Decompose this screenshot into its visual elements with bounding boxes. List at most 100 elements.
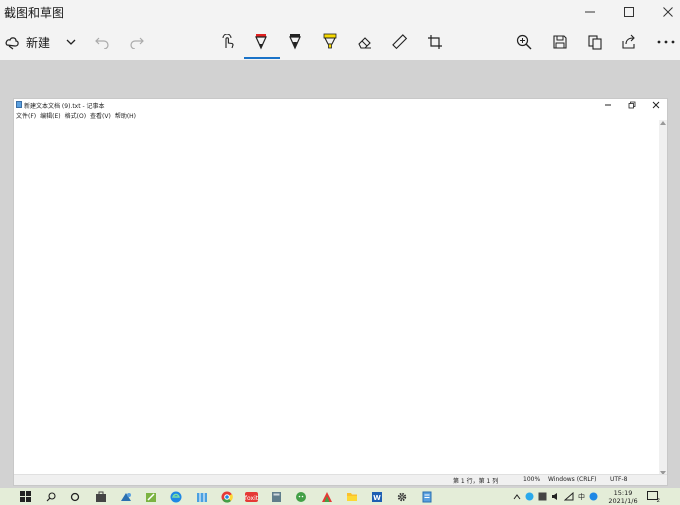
app-tray-icon[interactable] xyxy=(538,492,547,501)
notepad-close-button xyxy=(645,99,667,111)
volume-icon[interactable] xyxy=(551,492,560,501)
notepad-app-icon xyxy=(422,491,431,502)
taskbar-app-wechat[interactable] xyxy=(293,489,308,504)
copy-icon xyxy=(588,35,602,50)
taskbar-app-chrome[interactable] xyxy=(219,489,234,504)
system-tray: 中 xyxy=(513,490,602,503)
word-icon: W xyxy=(371,491,382,502)
clock-date: 2021/1/6 xyxy=(608,497,638,505)
new-dropdown-button[interactable] xyxy=(62,28,80,56)
minimize-button[interactable] xyxy=(573,0,607,24)
paint-app-icon xyxy=(145,492,156,502)
photos-icon xyxy=(196,492,207,502)
menu-file: 文件(F) xyxy=(16,113,37,120)
taskbar-app-explorer[interactable] xyxy=(344,489,359,504)
selected-tool-indicator xyxy=(244,57,280,59)
notepad-statusbar: 第 1 行，第 1 列 100% Windows (CRLF) UTF-8 xyxy=(14,474,667,485)
more-options-button[interactable] xyxy=(655,28,677,56)
eraser-icon xyxy=(358,37,371,49)
taskbar-app-notepad[interactable] xyxy=(419,489,434,504)
toolbar: 新建 xyxy=(0,24,680,60)
menu-format: 格式(O) xyxy=(64,113,87,120)
share-button[interactable] xyxy=(618,28,640,56)
save-button[interactable] xyxy=(549,28,571,56)
network-icon[interactable] xyxy=(564,492,574,501)
notepad-icon xyxy=(16,101,22,108)
chevron-down-icon xyxy=(66,39,76,45)
share-icon xyxy=(622,34,635,49)
taskbar-app-word[interactable]: W xyxy=(369,489,384,504)
taskbar-app-sketch[interactable] xyxy=(118,489,133,504)
save-icon xyxy=(553,35,567,49)
eraser-button[interactable] xyxy=(354,28,376,56)
foxit-icon: foxit xyxy=(245,491,258,502)
ruler-button[interactable] xyxy=(389,28,411,56)
folder-icon xyxy=(346,493,357,501)
highlighter-button[interactable] xyxy=(319,28,341,56)
status-zoom: 100% xyxy=(523,476,541,483)
maximize-icon xyxy=(624,7,634,17)
redo-icon xyxy=(130,37,144,49)
calculator-icon xyxy=(272,491,281,502)
menu-help: 帮助(H) xyxy=(114,113,137,120)
notepad-scrollbar xyxy=(659,120,667,476)
close-icon xyxy=(652,101,660,109)
input-method-indicator[interactable]: 中 xyxy=(578,492,585,502)
touch-writing-icon xyxy=(222,34,234,49)
taskbar-app-store[interactable] xyxy=(93,489,108,504)
taskbar-app-paint[interactable] xyxy=(143,489,158,504)
redo-button[interactable] xyxy=(127,28,147,56)
taskbar-app-photos[interactable] xyxy=(194,489,209,504)
new-snip-button[interactable]: 新建 xyxy=(4,28,58,56)
notepad-menubar: 文件(F) 编辑(E) 格式(O) 查看(V) 帮助(H) xyxy=(16,111,136,120)
zoom-button[interactable] xyxy=(513,28,535,56)
network-app-icon xyxy=(321,491,332,502)
ballpoint-pen-button[interactable] xyxy=(250,28,272,56)
bluetooth-icon[interactable] xyxy=(589,492,598,501)
status-position: 第 1 行，第 1 列 xyxy=(453,478,499,485)
ruler-icon xyxy=(392,34,408,50)
notepad-minimize-button xyxy=(597,99,619,111)
pencil-icon xyxy=(289,34,301,50)
cortana-button[interactable] xyxy=(67,489,82,504)
menu-view: 查看(V) xyxy=(90,113,111,120)
close-button[interactable] xyxy=(651,0,680,24)
start-button[interactable] xyxy=(18,489,33,504)
touch-writing-button[interactable] xyxy=(217,28,239,56)
clock[interactable]: 15:19 2021/1/6 xyxy=(606,488,640,505)
undo-button[interactable] xyxy=(92,28,112,56)
highlighter-icon xyxy=(323,33,337,49)
search-button[interactable] xyxy=(43,489,58,504)
minimize-icon xyxy=(605,104,611,106)
crop-icon xyxy=(428,35,442,49)
notepad-title: 新建文本文档 (9).txt - 记事本 xyxy=(24,103,105,110)
chrome-icon xyxy=(221,491,233,503)
taskbar-app-edge[interactable] xyxy=(168,489,183,504)
notepad-window: 新建文本文档 (9).txt - 记事本 文件(F) 编辑(E) 格式(O) 查… xyxy=(13,98,668,486)
gear-icon xyxy=(397,492,406,501)
taskbar: foxit W 中 15:19 2021/1/6 2 xyxy=(0,488,680,505)
pencil-button[interactable] xyxy=(284,28,306,56)
undo-icon xyxy=(95,37,109,49)
more-icon xyxy=(657,40,675,44)
new-snip-label: 新建 xyxy=(26,35,51,50)
notepad-text-area xyxy=(14,120,660,476)
windows-logo-icon xyxy=(20,491,31,502)
ballpoint-pen-icon xyxy=(255,34,267,50)
taskbar-app-settings[interactable] xyxy=(394,489,409,504)
menu-edit: 编辑(E) xyxy=(40,113,61,120)
taskbar-app-foxit[interactable]: foxit xyxy=(244,489,259,504)
edge-icon xyxy=(170,491,181,502)
taskbar-app-calculator[interactable] xyxy=(269,489,284,504)
store-icon xyxy=(95,491,106,502)
taskbar-app-network[interactable] xyxy=(319,489,334,504)
notification-center-button[interactable]: 2 xyxy=(645,489,661,504)
maximize-button[interactable] xyxy=(612,0,646,24)
search-icon xyxy=(46,491,56,501)
chevron-up-icon[interactable] xyxy=(513,493,521,501)
app-titlebar: 截图和草图 xyxy=(0,0,680,24)
telegram-icon[interactable] xyxy=(525,492,534,501)
copy-button[interactable] xyxy=(584,28,606,56)
crop-button[interactable] xyxy=(424,28,446,56)
status-encoding: UTF-8 xyxy=(610,476,628,483)
